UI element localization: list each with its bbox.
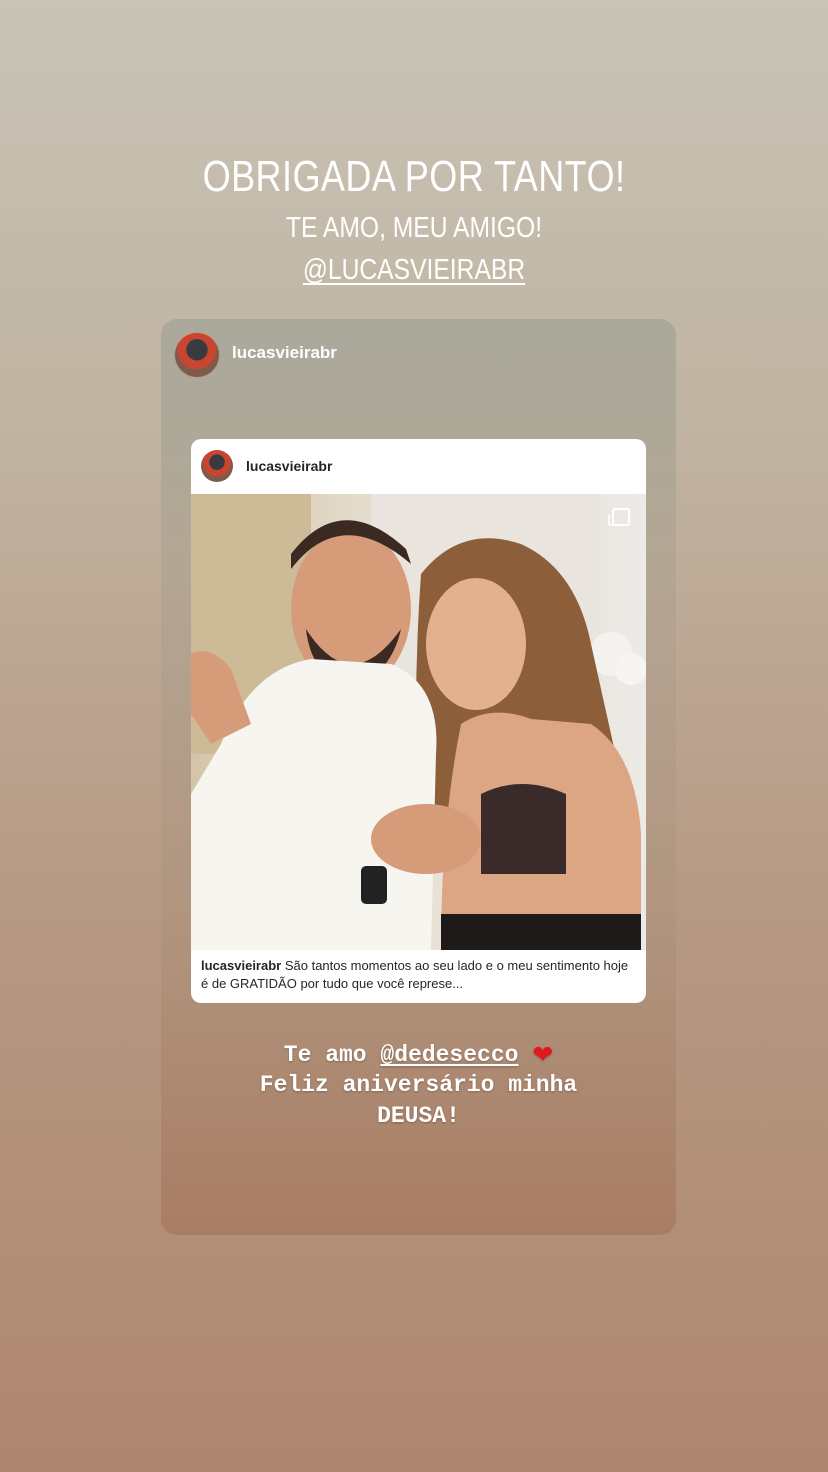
story-mention-line: @LUCASVIEIRABR	[62, 254, 766, 287]
shared-post-card[interactable]: lucasvieirabr lucasvieirabr lucasvieirab…	[161, 319, 676, 1235]
post-caption: lucasvieirabr São tantos momentos ao seu…	[201, 957, 636, 993]
photo-illustration	[191, 494, 646, 950]
message-line-3: DEUSA!	[377, 1103, 460, 1129]
post-username[interactable]: lucasvieirabr	[246, 458, 332, 474]
message-line-1: Te amo @dedesecco ❤	[161, 1039, 676, 1071]
embedded-post[interactable]: lucasvieirabr lucasvieirabr São tantos m…	[191, 439, 646, 1003]
post-avatar[interactable]	[201, 450, 233, 482]
message-line-2: Feliz aniversário minha	[259, 1072, 578, 1098]
avatar[interactable]	[174, 332, 220, 378]
multiple-photos-icon	[608, 508, 630, 526]
story-headline: OBRIGADA POR TANTO!	[202, 152, 626, 201]
heart-icon: ❤	[532, 1040, 554, 1069]
mention-link[interactable]: @dedesecco	[380, 1042, 518, 1068]
story-subline: TE AMO, MEU AMIGO!	[285, 212, 543, 244]
caption-username[interactable]: lucasvieirabr	[201, 958, 281, 973]
post-photo[interactable]	[191, 494, 646, 950]
message-prefix: Te amo	[283, 1042, 381, 1068]
card-username[interactable]: lucasvieirabr	[232, 343, 337, 363]
story-mention-link[interactable]: @LUCASVIEIRABR	[303, 254, 525, 286]
post-header: lucasvieirabr	[191, 439, 646, 494]
